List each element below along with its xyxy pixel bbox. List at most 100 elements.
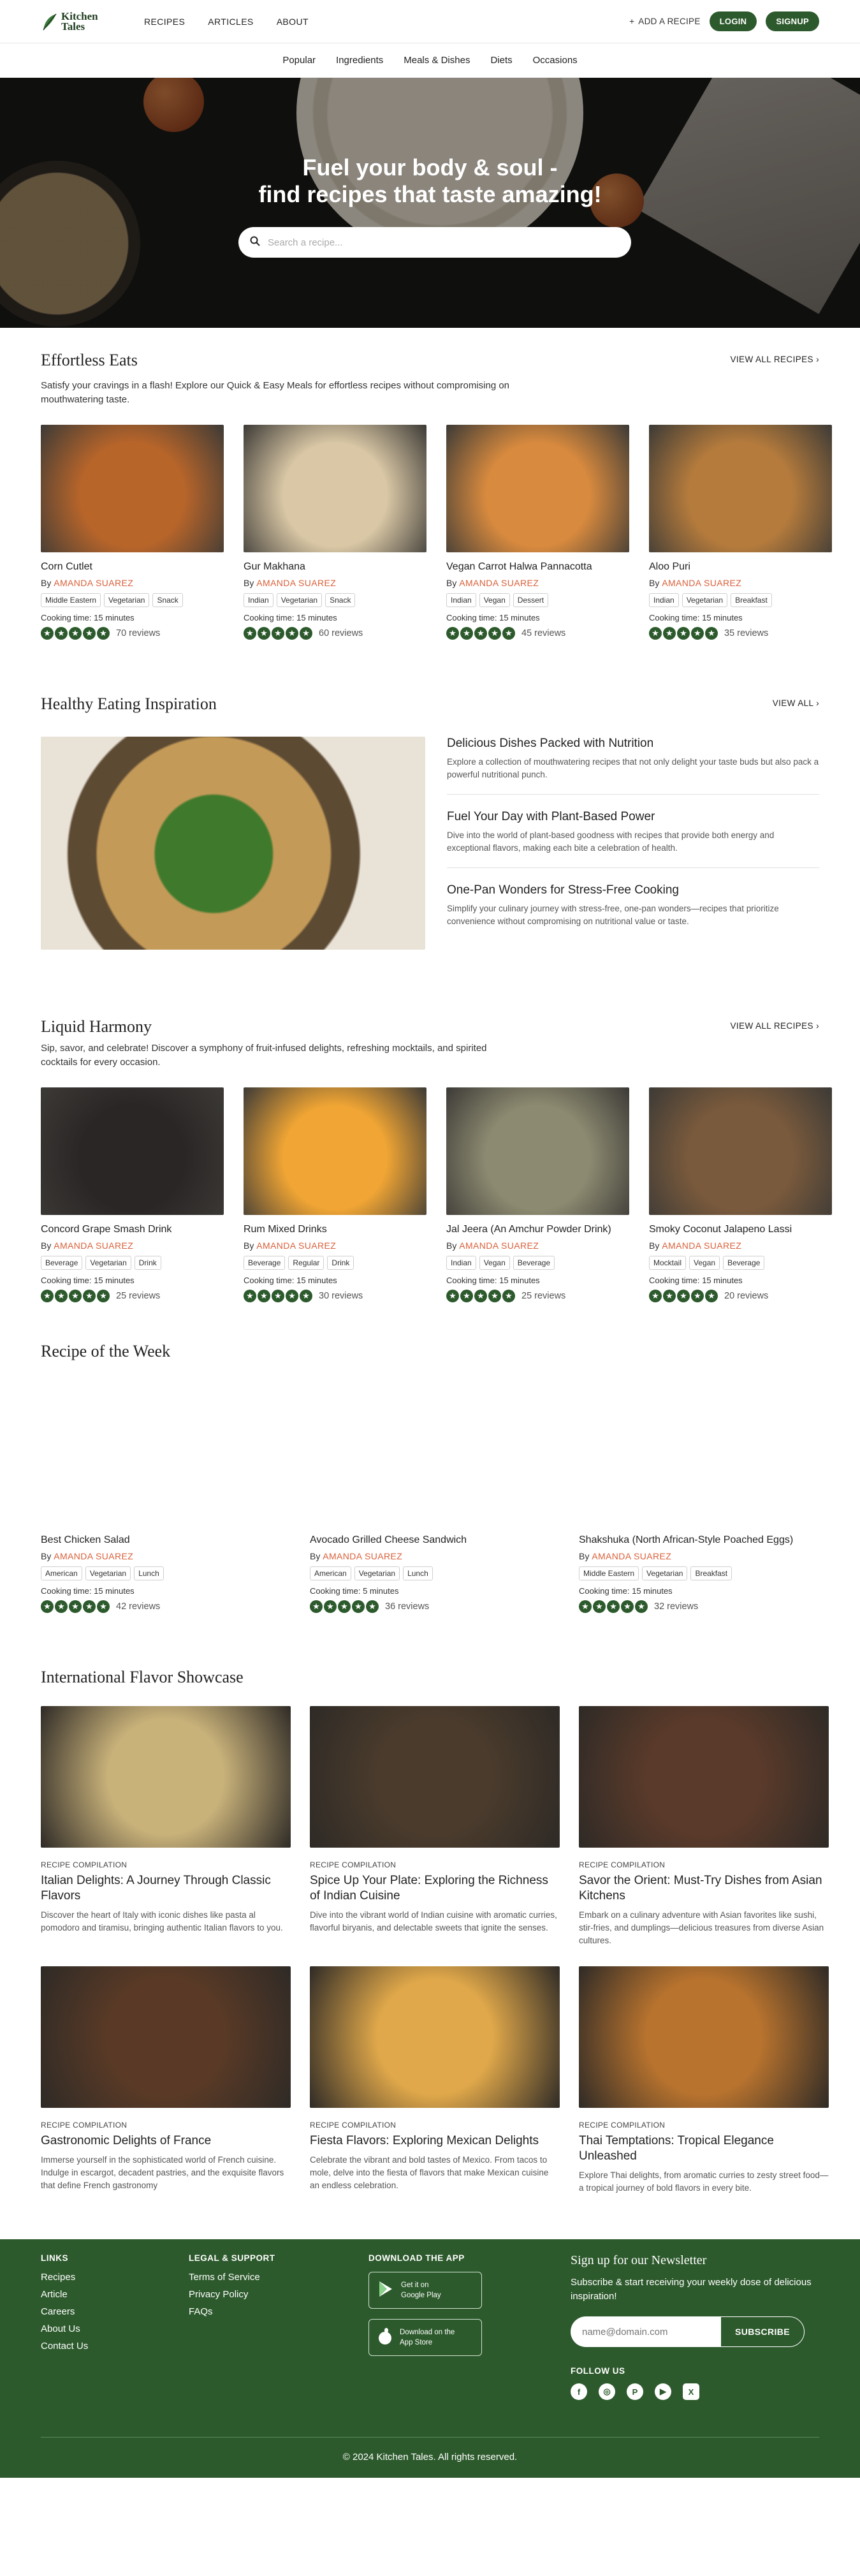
- footer-link-about-us[interactable]: About Us: [41, 2323, 80, 2334]
- recipe-tag[interactable]: Beverage: [723, 1256, 765, 1270]
- recipe-image[interactable]: [649, 425, 832, 552]
- inspiration-item[interactable]: Delicious Dishes Packed with Nutrition Ex…: [447, 737, 819, 795]
- recipe-tag[interactable]: Middle Eastern: [579, 1566, 639, 1580]
- recipe-tag[interactable]: Snack: [152, 593, 183, 607]
- instagram-icon[interactable]: ◎: [599, 2383, 615, 2400]
- recipe-tag[interactable]: Vegetarian: [642, 1566, 688, 1580]
- compilation-title[interactable]: Italian Delights: A Journey Through Clas…: [41, 1873, 291, 1904]
- recipe-tag[interactable]: Vegan: [689, 1256, 720, 1270]
- recipe-tag[interactable]: Vegetarian: [681, 593, 728, 607]
- recipe-author[interactable]: AMANDA SUAREZ: [592, 1551, 671, 1561]
- category-meals-dishes[interactable]: Meals & Dishes: [404, 55, 470, 66]
- recipe-card[interactable]: Vegan Carrot Halwa Pannacotta By AMANDA S…: [446, 425, 629, 640]
- recipe-card[interactable]: Avocado Grilled Cheese Sandwich By AMANDA…: [310, 1379, 560, 1613]
- compilation-card[interactable]: RECIPE COMPILATION Gastronomic Delights o…: [41, 1966, 291, 2195]
- recipe-card[interactable]: Best Chicken Salad By AMANDA SUAREZ Americ…: [41, 1379, 291, 1613]
- recipe-card[interactable]: Concord Grape Smash Drink By AMANDA SUARE…: [41, 1087, 224, 1302]
- recipe-author[interactable]: AMANDA SUAREZ: [54, 578, 133, 588]
- recipe-tag[interactable]: Beverage: [41, 1256, 83, 1270]
- footer-link-privacy[interactable]: Privacy Policy: [189, 2289, 248, 2300]
- category-popular[interactable]: Popular: [282, 55, 316, 66]
- signup-button[interactable]: SIGNUP: [766, 11, 819, 31]
- pinterest-icon[interactable]: P: [627, 2383, 643, 2400]
- recipe-image[interactable]: [446, 1087, 629, 1215]
- google-play-button[interactable]: Get it on Google Play: [368, 2272, 482, 2309]
- compilation-card[interactable]: RECIPE COMPILATION Savor the Orient: Must…: [579, 1706, 829, 1947]
- recipe-tag[interactable]: Vegetarian: [354, 1566, 400, 1580]
- compilation-title[interactable]: Thai Temptations: Tropical Elegance Unle…: [579, 2133, 829, 2164]
- footer-link-recipes[interactable]: Recipes: [41, 2272, 75, 2283]
- recipe-author[interactable]: AMANDA SUAREZ: [662, 578, 741, 588]
- inspiration-item-title[interactable]: Fuel Your Day with Plant-Based Power: [447, 810, 819, 824]
- recipe-image[interactable]: [41, 425, 224, 552]
- recipe-tag[interactable]: Vegetarian: [85, 1256, 131, 1270]
- recipe-name[interactable]: Avocado Grilled Cheese Sandwich: [310, 1535, 560, 1546]
- compilation-image[interactable]: [310, 1706, 560, 1848]
- recipe-image[interactable]: [41, 1087, 224, 1215]
- add-recipe-link[interactable]: + ADD A RECIPE: [629, 17, 701, 26]
- login-button[interactable]: LOGIN: [709, 11, 757, 31]
- recipe-image[interactable]: [244, 425, 426, 552]
- footer-link-terms[interactable]: Terms of Service: [189, 2272, 260, 2283]
- recipe-tag[interactable]: Breakfast: [731, 593, 772, 607]
- recipe-card[interactable]: Jal Jeera (An Amchur Powder Drink) By AMA…: [446, 1087, 629, 1302]
- search-input[interactable]: [268, 237, 620, 248]
- footer-link-article[interactable]: Article: [41, 2289, 68, 2300]
- recipe-tag[interactable]: Regular: [288, 1256, 324, 1270]
- recipe-tag[interactable]: Indian: [244, 593, 273, 607]
- recipe-tag[interactable]: Beverage: [244, 1256, 286, 1270]
- inspiration-item[interactable]: Fuel Your Day with Plant-Based Power Dive…: [447, 810, 819, 868]
- recipe-card[interactable]: Gur Makhana By AMANDA SUAREZ Indian Vegetar…: [244, 425, 426, 640]
- recipe-tag[interactable]: Drink: [327, 1256, 354, 1270]
- compilation-image[interactable]: [579, 1966, 829, 2108]
- recipe-card[interactable]: Smoky Coconut Jalapeno Lassi By AMANDA SU…: [649, 1087, 832, 1302]
- recipe-tag[interactable]: American: [41, 1566, 82, 1580]
- healthy-bowl-image[interactable]: [41, 737, 425, 950]
- recipe-tag[interactable]: Snack: [325, 593, 356, 607]
- compilation-image[interactable]: [310, 1966, 560, 2108]
- recipe-author[interactable]: AMANDA SUAREZ: [256, 578, 336, 588]
- subscribe-button[interactable]: SUBSCRIBE: [720, 2316, 805, 2347]
- recipe-author[interactable]: AMANDA SUAREZ: [662, 1240, 741, 1251]
- recipe-name[interactable]: Concord Grape Smash Drink: [41, 1224, 224, 1235]
- recipe-tag[interactable]: Dessert: [513, 593, 549, 607]
- inspiration-item[interactable]: One-Pan Wonders for Stress-Free Cooking S…: [447, 883, 819, 941]
- compilation-title[interactable]: Fiesta Flavors: Exploring Mexican Deligh…: [310, 2133, 560, 2149]
- recipe-name[interactable]: Vegan Carrot Halwa Pannacotta: [446, 561, 629, 573]
- recipe-tag[interactable]: Beverage: [513, 1256, 555, 1270]
- inspiration-item-title[interactable]: One-Pan Wonders for Stress-Free Cooking: [447, 883, 819, 897]
- recipe-name[interactable]: Corn Cutlet: [41, 561, 224, 573]
- recipe-tag[interactable]: Vegetarian: [276, 593, 323, 607]
- recipe-author[interactable]: AMANDA SUAREZ: [459, 1240, 539, 1251]
- compilation-image[interactable]: [41, 1966, 291, 2108]
- recipe-image[interactable]: [649, 1087, 832, 1215]
- compilation-card[interactable]: RECIPE COMPILATION Thai Temptations: Trop…: [579, 1966, 829, 2195]
- recipe-tag[interactable]: Indian: [649, 593, 679, 607]
- recipe-tag[interactable]: Middle Eastern: [41, 593, 101, 607]
- footer-link-contact-us[interactable]: Contact Us: [41, 2341, 88, 2352]
- logo-link[interactable]: Kitchen Tales: [41, 11, 111, 32]
- compilation-card[interactable]: RECIPE COMPILATION Fiesta Flavors: Explor…: [310, 1966, 560, 2195]
- view-all-recipes-link[interactable]: VIEW ALL RECIPES ›: [730, 1021, 819, 1031]
- recipe-author[interactable]: AMANDA SUAREZ: [256, 1240, 336, 1251]
- view-all-link[interactable]: VIEW ALL ›: [773, 698, 819, 708]
- newsletter-email-input[interactable]: [571, 2316, 720, 2347]
- nav-about[interactable]: ABOUT: [277, 17, 309, 27]
- compilation-card[interactable]: RECIPE COMPILATION Italian Delights: A Jo…: [41, 1706, 291, 1947]
- recipe-tag[interactable]: Drink: [134, 1256, 161, 1270]
- recipe-name[interactable]: Gur Makhana: [244, 561, 426, 573]
- recipe-image[interactable]: [446, 425, 629, 552]
- recipe-tag[interactable]: Vegan: [479, 593, 510, 607]
- recipe-author[interactable]: AMANDA SUAREZ: [323, 1551, 402, 1561]
- app-store-button[interactable]: Download on the App Store: [368, 2319, 482, 2356]
- youtube-icon[interactable]: ▶: [655, 2383, 671, 2400]
- recipe-image[interactable]: [244, 1087, 426, 1215]
- compilation-card[interactable]: RECIPE COMPILATION Spice Up Your Plate: E…: [310, 1706, 560, 1947]
- facebook-icon[interactable]: f: [571, 2383, 587, 2400]
- recipe-tag[interactable]: Indian: [446, 593, 476, 607]
- recipe-tag[interactable]: American: [310, 1566, 351, 1580]
- footer-link-faqs[interactable]: FAQs: [189, 2306, 213, 2317]
- nav-recipes[interactable]: RECIPES: [144, 17, 185, 27]
- recipe-tag[interactable]: Vegetarian: [85, 1566, 131, 1580]
- compilation-title[interactable]: Spice Up Your Plate: Exploring the Richn…: [310, 1873, 560, 1904]
